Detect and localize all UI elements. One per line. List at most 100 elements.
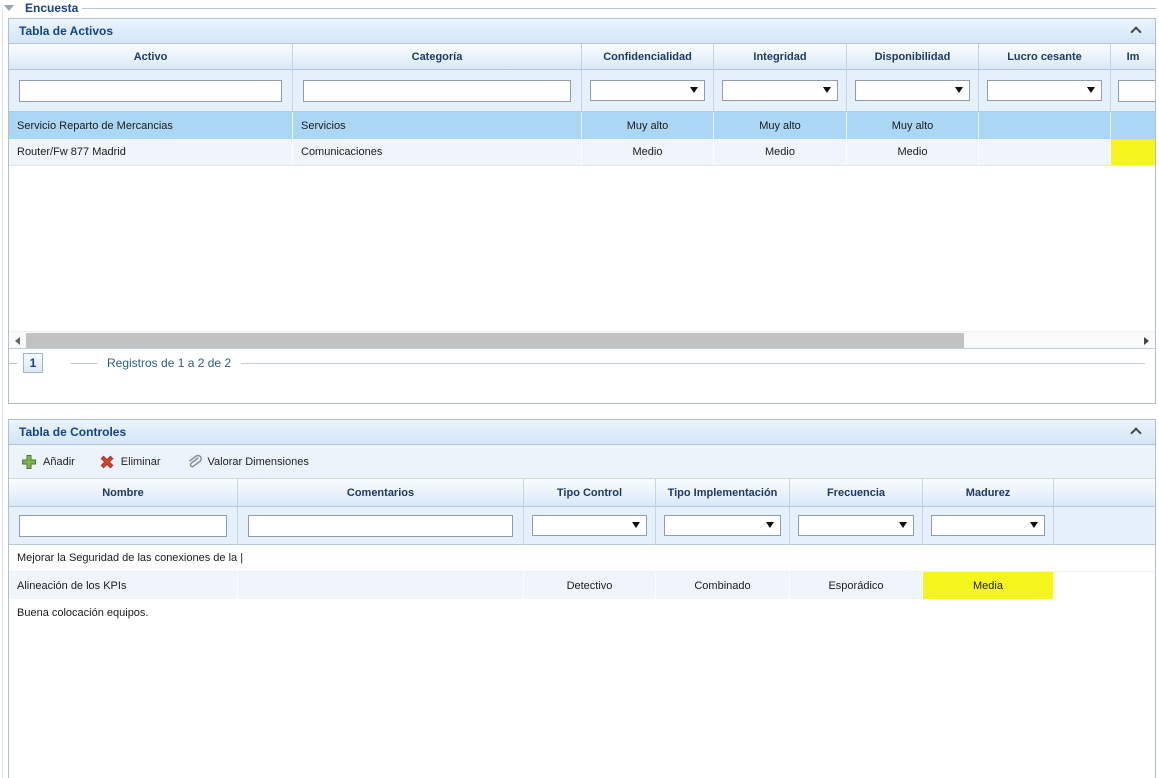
- controls-panel: Tabla de Controles Añadir Eliminar: [8, 419, 1156, 778]
- page-1-button[interactable]: 1: [23, 353, 43, 373]
- column-header-frecuencia[interactable]: Frecuencia: [790, 479, 923, 507]
- delete-button-label: Eliminar: [121, 456, 161, 468]
- pager-line: [9, 363, 17, 364]
- filter-integridad-select[interactable]: [722, 80, 838, 101]
- pager-line: [241, 363, 1145, 364]
- scroll-right-icon[interactable]: [1138, 332, 1155, 349]
- fieldset-top-line: [78, 8, 1156, 9]
- chevron-down-icon: [899, 522, 907, 528]
- chevron-down-icon: [823, 87, 831, 93]
- add-button-label: Añadir: [43, 456, 75, 468]
- filter-confidencialidad-select[interactable]: [590, 80, 705, 101]
- controls-toolbar: Añadir Eliminar Valorar Dimensiones: [9, 445, 1155, 479]
- records-count-text: Registros de 1 a 2 de 2: [107, 356, 231, 370]
- valuate-dimensions-button[interactable]: Valorar Dimensiones: [181, 451, 313, 473]
- filter-imagen-input-cut[interactable]: [1118, 80, 1155, 102]
- cell-lucro: [979, 139, 1111, 165]
- assets-grid-header: Activo Categoría Confidencialidad Integr…: [9, 44, 1155, 70]
- control-row-buena-colocacion[interactable]: Buena colocación equipos.: [9, 599, 1155, 626]
- page: Encuesta Tabla de Activos Activo Categor…: [0, 0, 1159, 778]
- cell-tipo-control: Detectivo: [524, 572, 656, 599]
- cell-lucro: [979, 112, 1111, 139]
- valuate-button-label: Valorar Dimensiones: [208, 456, 309, 468]
- asset-row-servicio-reparto[interactable]: Servicio Reparto de Mercancias Servicios…: [9, 112, 1155, 139]
- column-header-imagen-cut[interactable]: Im: [1111, 44, 1155, 70]
- cell-disponibilidad: Muy alto: [847, 112, 979, 139]
- filter-disponibilidad-select[interactable]: [855, 80, 970, 101]
- cell-confidencialidad: Muy alto: [582, 112, 714, 139]
- filter-tipo-implementacion-select[interactable]: [664, 515, 781, 536]
- cell-confidencialidad: Medio: [582, 139, 714, 165]
- column-header-confidencialidad[interactable]: Confidencialidad: [582, 44, 714, 70]
- encuesta-legend: Encuesta: [4, 1, 82, 15]
- chevron-down-icon: [1030, 522, 1038, 528]
- cell-nombre: Mejorar la Seguridad de las conexiones d…: [9, 545, 1155, 571]
- collapse-up-icon[interactable]: [1129, 25, 1143, 37]
- cell-integridad: Muy alto: [714, 112, 847, 139]
- column-header-comentarios[interactable]: Comentarios: [238, 479, 524, 507]
- filter-frecuencia-select[interactable]: [798, 515, 914, 536]
- cell-activo: Servicio Reparto de Mercancias: [9, 112, 293, 139]
- encuesta-collapse-icon[interactable]: [4, 5, 14, 11]
- collapse-up-icon[interactable]: [1129, 426, 1143, 438]
- scroll-left-icon[interactable]: [9, 332, 26, 349]
- cell-tipo-implementacion: Combinado: [656, 572, 790, 599]
- encuesta-legend-label: Encuesta: [21, 1, 82, 15]
- column-header-lucro-cesante[interactable]: Lucro cesante: [979, 44, 1111, 70]
- horizontal-scrollbar[interactable]: [9, 331, 1155, 348]
- filter-comentarios-input[interactable]: [248, 515, 513, 537]
- chevron-down-icon: [766, 522, 774, 528]
- chevron-down-icon: [955, 87, 963, 93]
- red-x-icon: [99, 454, 115, 470]
- add-button[interactable]: Añadir: [17, 451, 79, 473]
- column-header-tipo-implementacion[interactable]: Tipo Implementación: [656, 479, 790, 507]
- fieldset-border: [2, 8, 3, 778]
- panel-bottom-space: [9, 626, 1155, 778]
- filter-nombre-input[interactable]: [19, 515, 227, 537]
- cell-comentarios: [238, 572, 524, 599]
- cell-categoria: Servicios: [293, 112, 582, 139]
- cell-nombre: Buena colocación equipos.: [9, 599, 1155, 626]
- column-header-activo[interactable]: Activo: [9, 44, 293, 70]
- paperclip-icon: [185, 454, 202, 470]
- column-header-madurez[interactable]: Madurez: [923, 479, 1054, 507]
- assets-filter-row: [9, 70, 1155, 112]
- chevron-down-icon: [632, 522, 640, 528]
- column-header-nombre[interactable]: Nombre: [9, 479, 238, 507]
- column-header-tipo-control[interactable]: Tipo Control: [524, 479, 656, 507]
- column-header-categoria[interactable]: Categoría: [293, 44, 582, 70]
- control-row-mejorar-seguridad[interactable]: Mejorar la Seguridad de las conexiones d…: [9, 545, 1155, 572]
- controls-grid-header: Nombre Comentarios Tipo Control Tipo Imp…: [9, 479, 1155, 507]
- cell-categoria: Comunicaciones: [293, 139, 582, 165]
- filter-madurez-select[interactable]: [931, 515, 1045, 536]
- assets-panel-header: Tabla de Activos: [9, 19, 1155, 44]
- chevron-down-icon: [1087, 87, 1095, 93]
- cell-filler: [1054, 572, 1155, 599]
- assets-panel-title: Tabla de Activos: [19, 24, 113, 38]
- cell-imagen: [1111, 112, 1155, 139]
- controls-panel-title: Tabla de Controles: [19, 425, 126, 439]
- filter-activo-input[interactable]: [19, 80, 282, 102]
- cell-nombre: Alineación de los KPIs: [9, 572, 238, 599]
- cell-disponibilidad: Medio: [847, 139, 979, 165]
- controls-filter-row: [9, 507, 1155, 545]
- column-header-disponibilidad[interactable]: Disponibilidad: [847, 44, 979, 70]
- delete-button[interactable]: Eliminar: [95, 451, 165, 473]
- control-row-alineacion-kpis[interactable]: Alineación de los KPIs Detectivo Combina…: [9, 572, 1155, 599]
- grid-empty-area: [9, 166, 1155, 331]
- filter-categoria-input[interactable]: [303, 80, 571, 102]
- cell-madurez-highlighted: Media: [923, 572, 1054, 599]
- cell-activo: Router/Fw 877 Madrid: [9, 139, 293, 165]
- filter-tipo-control-select[interactable]: [532, 515, 647, 536]
- panel-bottom-space: [9, 377, 1155, 403]
- filter-filler-cell: [1054, 507, 1155, 545]
- column-header-integridad[interactable]: Integridad: [714, 44, 847, 70]
- pager-line: [71, 363, 97, 364]
- asset-row-router-fw[interactable]: Router/Fw 877 Madrid Comunicaciones Medi…: [9, 139, 1155, 166]
- cell-integridad: Medio: [714, 139, 847, 165]
- scrollbar-thumb[interactable]: [26, 333, 964, 348]
- chevron-down-icon: [690, 87, 698, 93]
- filter-lucro-select[interactable]: [987, 80, 1102, 101]
- plus-icon: [21, 454, 37, 470]
- assets-panel: Tabla de Activos Activo Categoría Confid…: [8, 18, 1156, 404]
